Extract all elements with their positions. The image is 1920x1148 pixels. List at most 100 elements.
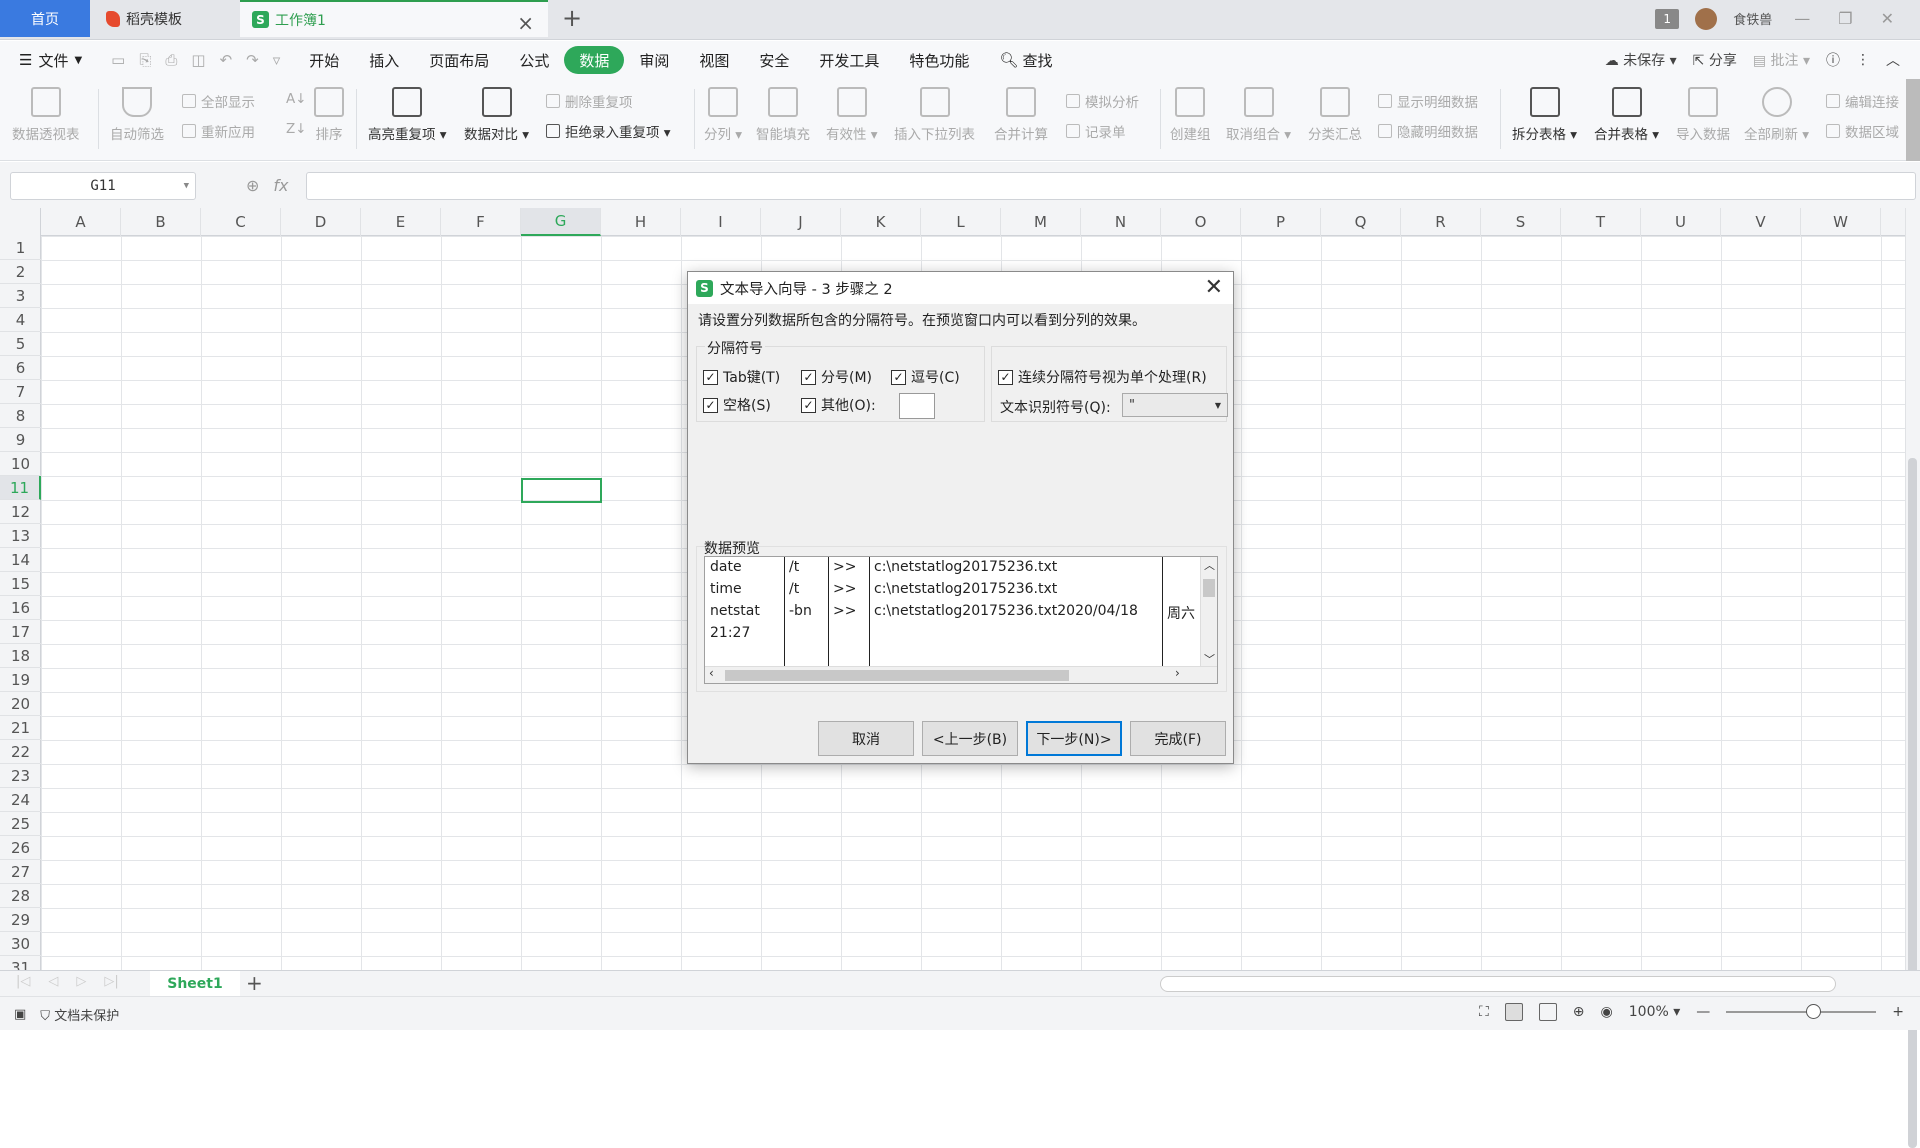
last-sheet-icon[interactable]: ▷| [104,974,118,989]
page-break-view-icon[interactable] [1538,1003,1557,1021]
column-header[interactable]: C [201,208,281,236]
close-icon[interactable]: ✕ [1205,275,1223,300]
tab-template[interactable]: 稻壳模板 [92,0,238,37]
column-header[interactable]: G [521,208,601,236]
vertical-scrollbar[interactable] [1905,208,1920,1148]
row-header[interactable]: 15 [0,572,41,596]
column-header[interactable]: I [681,208,761,236]
menu-features[interactable]: 特色功能 [894,46,984,74]
zoom-out-icon[interactable]: — [1696,1004,1710,1020]
zoom-slider[interactable] [1726,1004,1877,1019]
column-header[interactable]: S [1481,208,1561,236]
row-header[interactable]: 6 [0,356,41,380]
window-count-badge[interactable]: 1 [1655,8,1680,29]
row-header[interactable]: 29 [0,908,41,932]
record-button[interactable]: 记录单 [1066,121,1126,141]
preview-vertical-thumb[interactable] [1203,579,1215,597]
subtotal-button[interactable]: 分类汇总 [1308,79,1362,143]
column-header[interactable]: L [921,208,1001,236]
row-header[interactable]: 17 [0,620,41,644]
simulate-button[interactable]: 模拟分析 [1066,91,1139,111]
row-header[interactable]: 12 [0,500,41,524]
add-tab-button[interactable]: + [562,4,582,32]
file-menu[interactable]: ☰ 文件 ▼ [4,46,97,74]
row-header[interactable]: 18 [0,644,41,668]
other-delimiter-input[interactable] [899,393,935,419]
close-tab-icon[interactable]: × [517,11,534,35]
cancel-button[interactable]: 取消 [818,721,914,756]
reapply-button[interactable]: 重新应用 [182,121,255,141]
next-sheet-icon[interactable]: ▷ [76,974,86,989]
next-button[interactable]: 下一步(N)> [1026,721,1122,756]
zoom-knob[interactable] [1806,1004,1822,1019]
sort-descending-button[interactable]: Z↓ [286,121,307,137]
menu-formula[interactable]: 公式 [504,46,564,74]
menu-view[interactable]: 视图 [684,46,744,74]
more-icon[interactable]: ▿ [273,51,281,69]
selected-cell[interactable] [521,478,602,503]
row-header[interactable]: 27 [0,860,41,884]
column-header[interactable]: E [361,208,441,236]
row-header[interactable]: 26 [0,836,41,860]
finish-button[interactable]: 完成(F) [1130,721,1226,756]
split-column-button[interactable]: 分列 ▾ [704,79,742,143]
close-window-icon[interactable]: ✕ [1875,9,1900,28]
row-header[interactable]: 5 [0,332,41,356]
insert-dropdown-button[interactable]: 插入下拉列表 [894,79,975,143]
add-sheet-button[interactable]: + [246,971,263,995]
column-header[interactable]: H [601,208,681,236]
more-options-icon[interactable]: ⋮ [1856,52,1870,68]
hide-detail-button[interactable]: 隐藏明细数据 [1378,121,1478,141]
refresh-all-button[interactable]: 全部刷新 ▾ [1744,79,1809,143]
column-header[interactable]: D [281,208,361,236]
row-header[interactable]: 8 [0,404,41,428]
avatar[interactable] [1695,7,1718,30]
column-header[interactable]: J [761,208,841,236]
prev-sheet-icon[interactable]: ◁ [48,974,58,989]
sheet-tab[interactable]: Sheet1 [150,971,240,997]
qualifier-select[interactable]: " ▼ [1122,393,1228,417]
scroll-up-icon[interactable]: ︿ [1204,557,1215,573]
save-icon[interactable]: ▭ [111,51,125,69]
sort-button[interactable]: 排序 [314,79,344,143]
delete-duplicates-button[interactable]: 删除重复项 [546,91,633,111]
row-header[interactable]: 1 [0,236,41,260]
share-button[interactable]: ⇱ 分享 [1693,50,1737,70]
row-header[interactable]: 24 [0,788,41,812]
scroll-right-icon[interactable]: › [1175,666,1180,680]
reading-mode-icon[interactable]: ⊕ [1573,1004,1585,1020]
horizontal-scrollbar[interactable] [1160,976,1836,992]
minimize-icon[interactable]: — [1788,9,1816,28]
row-header[interactable]: 31 [0,956,41,971]
highlight-duplicates-button[interactable]: 高亮重复项 ▾ [368,79,447,143]
row-header[interactable]: 2 [0,260,41,284]
column-header[interactable]: T [1561,208,1641,236]
column-header[interactable]: K [841,208,921,236]
fx-icon[interactable]: fx [273,176,288,195]
unsaved-button[interactable]: ☁ 未保存 ▾ [1605,50,1677,70]
row-header[interactable]: 4 [0,308,41,332]
user-name[interactable]: 食铁兽 [1733,9,1772,28]
consolidate-button[interactable]: 合并计算 [994,79,1048,143]
fullscreen-icon[interactable]: ⛶ [1479,1004,1489,1020]
print-icon[interactable]: ⎙ [165,51,177,69]
column-header[interactable]: A [41,208,121,236]
row-header[interactable]: 13 [0,524,41,548]
column-header[interactable]: U [1641,208,1721,236]
row-header[interactable]: 21 [0,716,41,740]
undo-icon[interactable]: ↶ [220,51,233,69]
zoom-formula-icon[interactable]: ⊕ [246,176,259,195]
merge-table-button[interactable]: 合并表格 ▾ [1594,79,1659,143]
column-header[interactable]: O [1161,208,1241,236]
menu-data[interactable]: 数据 [564,46,625,74]
chevron-down-icon[interactable]: ▼ [184,181,189,191]
menu-review[interactable]: 审阅 [624,46,684,74]
row-header[interactable]: 9 [0,428,41,452]
zoom-level[interactable]: 100% ▾ [1629,1004,1681,1020]
redo-icon[interactable]: ↷ [246,51,259,69]
row-header[interactable]: 20 [0,692,41,716]
sort-ascending-button[interactable]: A↓ [286,91,307,107]
help-icon[interactable]: ⓘ [1826,50,1840,70]
edit-link-button[interactable]: 编辑连接 [1826,91,1899,111]
row-header[interactable]: 22 [0,740,41,764]
